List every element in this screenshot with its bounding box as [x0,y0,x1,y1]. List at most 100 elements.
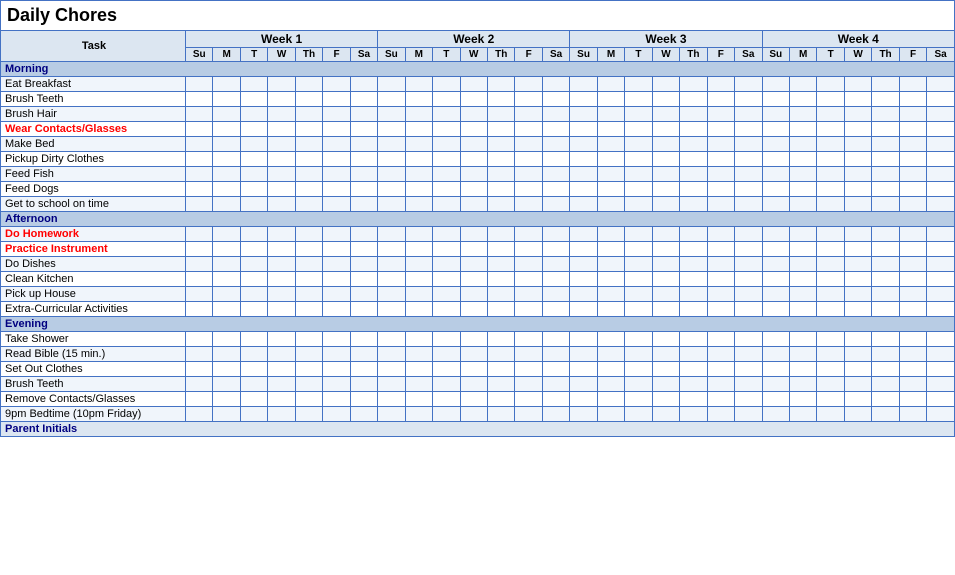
day-cell[interactable] [789,407,816,422]
day-cell[interactable] [570,302,597,317]
day-cell[interactable] [542,77,569,92]
day-cell[interactable] [295,392,322,407]
day-cell[interactable] [899,257,926,272]
day-cell[interactable] [817,347,844,362]
day-cell[interactable] [350,332,377,347]
day-cell[interactable] [680,302,707,317]
day-cell[interactable] [570,167,597,182]
day-cell[interactable] [487,122,514,137]
day-cell[interactable] [625,347,652,362]
day-cell[interactable] [295,77,322,92]
day-cell[interactable] [707,167,734,182]
day-cell[interactable] [295,137,322,152]
day-cell[interactable] [433,287,460,302]
day-cell[interactable] [350,242,377,257]
day-cell[interactable] [872,347,899,362]
day-cell[interactable] [213,257,240,272]
day-cell[interactable] [240,197,267,212]
day-cell[interactable] [405,407,432,422]
day-cell[interactable] [378,107,405,122]
day-cell[interactable] [570,122,597,137]
day-cell[interactable] [295,377,322,392]
day-cell[interactable] [625,152,652,167]
day-cell[interactable] [680,137,707,152]
day-cell[interactable] [927,407,955,422]
day-cell[interactable] [762,92,789,107]
day-cell[interactable] [817,407,844,422]
day-cell[interactable] [433,257,460,272]
day-cell[interactable] [542,407,569,422]
day-cell[interactable] [350,152,377,167]
day-cell[interactable] [789,167,816,182]
day-cell[interactable] [570,107,597,122]
day-cell[interactable] [680,122,707,137]
day-cell[interactable] [872,77,899,92]
day-cell[interactable] [625,122,652,137]
day-cell[interactable] [433,347,460,362]
day-cell[interactable] [268,257,295,272]
day-cell[interactable] [735,227,762,242]
day-cell[interactable] [460,92,487,107]
day-cell[interactable] [487,77,514,92]
day-cell[interactable] [460,302,487,317]
day-cell[interactable] [680,332,707,347]
day-cell[interactable] [789,152,816,167]
day-cell[interactable] [378,377,405,392]
day-cell[interactable] [378,332,405,347]
day-cell[interactable] [323,392,350,407]
day-cell[interactable] [927,152,955,167]
day-cell[interactable] [186,257,213,272]
day-cell[interactable] [268,242,295,257]
day-cell[interactable] [186,302,213,317]
day-cell[interactable] [872,377,899,392]
day-cell[interactable] [295,182,322,197]
day-cell[interactable] [323,302,350,317]
day-cell[interactable] [487,242,514,257]
day-cell[interactable] [378,182,405,197]
day-cell[interactable] [213,227,240,242]
day-cell[interactable] [680,77,707,92]
day-cell[interactable] [295,197,322,212]
day-cell[interactable] [762,392,789,407]
day-cell[interactable] [405,392,432,407]
day-cell[interactable] [625,242,652,257]
day-cell[interactable] [762,167,789,182]
day-cell[interactable] [213,347,240,362]
day-cell[interactable] [597,332,624,347]
day-cell[interactable] [186,347,213,362]
day-cell[interactable] [652,257,679,272]
day-cell[interactable] [899,242,926,257]
day-cell[interactable] [323,242,350,257]
day-cell[interactable] [570,227,597,242]
day-cell[interactable] [735,257,762,272]
day-cell[interactable] [268,362,295,377]
day-cell[interactable] [652,362,679,377]
day-cell[interactable] [460,77,487,92]
day-cell[interactable] [213,77,240,92]
day-cell[interactable] [240,347,267,362]
day-cell[interactable] [323,332,350,347]
day-cell[interactable] [789,227,816,242]
day-cell[interactable] [625,137,652,152]
day-cell[interactable] [460,377,487,392]
day-cell[interactable] [295,287,322,302]
day-cell[interactable] [570,197,597,212]
day-cell[interactable] [680,407,707,422]
day-cell[interactable] [927,242,955,257]
day-cell[interactable] [240,302,267,317]
day-cell[interactable] [460,227,487,242]
day-cell[interactable] [872,362,899,377]
day-cell[interactable] [460,407,487,422]
day-cell[interactable] [817,152,844,167]
day-cell[interactable] [570,362,597,377]
day-cell[interactable] [735,377,762,392]
day-cell[interactable] [707,407,734,422]
day-cell[interactable] [652,77,679,92]
day-cell[interactable] [186,167,213,182]
day-cell[interactable] [487,92,514,107]
day-cell[interactable] [186,287,213,302]
day-cell[interactable] [405,227,432,242]
day-cell[interactable] [515,347,542,362]
day-cell[interactable] [433,362,460,377]
day-cell[interactable] [268,407,295,422]
